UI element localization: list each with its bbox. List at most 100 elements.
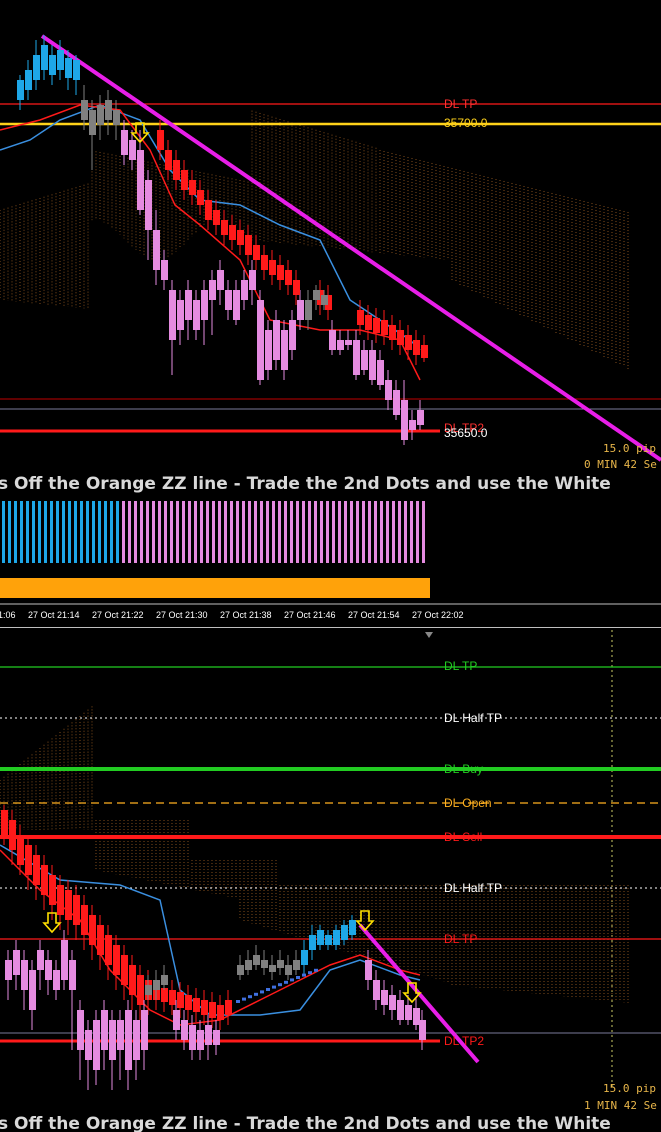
candle [245,235,252,255]
histogram-bar [284,501,287,563]
histogram-bar [356,501,359,563]
histogram-bar [326,501,329,563]
candle [317,930,324,945]
candle [77,1010,84,1050]
candle [113,945,120,975]
bottom-chart-canvas[interactable] [0,630,661,1132]
candle [265,330,272,370]
histogram-bar [128,501,131,563]
candle [233,290,240,320]
candle [421,345,428,358]
candle [413,1008,420,1025]
top-chart-pane[interactable]: DL TP 35700.0 DL TP2 35650.0 15.0 pip 0 … [0,0,661,495]
candle [305,300,312,320]
bottom-dl-sell-label: DL Sell [444,830,483,844]
candle [321,295,328,305]
candle [153,980,160,990]
time-tick: 1:06 [0,610,16,620]
candle [173,1010,180,1030]
candle [209,280,216,300]
candle [57,50,64,70]
histogram-bar [152,501,155,563]
histogram-bar [86,501,89,563]
blue-dot-marker [242,997,246,1001]
candle [293,960,300,970]
oscillator-pane[interactable] [0,497,661,567]
blue-dot-marker [248,995,252,999]
candle [289,320,296,350]
candle [293,280,300,295]
candle [357,310,364,325]
candle [405,335,412,350]
candle [109,1020,116,1060]
histogram-bar [164,501,167,563]
time-tick: 27 Oct 21:22 [92,610,144,620]
histogram-bar [14,501,17,563]
histogram-bar [122,501,125,563]
top-price-low-label: 35650.0 [444,426,488,440]
candle [45,960,52,980]
candle [145,985,152,995]
blue-dot-marker [272,985,276,989]
candle [281,330,288,370]
blue-dot-marker [284,980,288,984]
bottom-chart-pane[interactable]: DL TP DL Half TP DL Buy DL Open DL Sell … [0,630,661,1132]
candle [253,245,260,260]
histogram-bar [380,501,383,563]
histogram-bar [332,501,335,563]
candle [17,835,24,865]
red-moving-average [0,104,421,381]
time-axis: 1:06 27 Oct 21:14 27 Oct 21:22 27 Oct 21… [0,606,661,626]
blue-dot-marker [308,971,312,975]
trend-bar-pane[interactable] [0,569,661,605]
candle [373,318,380,333]
candle [181,170,188,190]
candle [21,960,28,990]
candle [253,955,260,965]
candle [81,905,88,935]
candle [81,100,88,120]
candle [177,992,184,1008]
candle [221,220,228,235]
candle [333,930,340,945]
candle [65,890,72,920]
candle [33,855,40,885]
candle [389,325,396,340]
histogram-bar [50,501,53,563]
histogram-bar [218,501,221,563]
candle [121,955,128,985]
blue-dot-marker [266,988,270,991]
histogram-bar [302,501,305,563]
candle [137,975,144,1005]
histogram-bar [62,501,65,563]
candle [17,80,24,100]
candle [373,980,380,1000]
candle [393,390,400,415]
candle [213,1030,220,1045]
candle [93,1020,100,1070]
candle [241,280,248,300]
top-chart-canvas[interactable] [0,0,661,495]
histogram-bar [182,501,185,563]
candle [97,105,104,125]
candle [33,55,40,80]
candle [353,340,360,375]
candle [101,1010,108,1050]
candle [277,265,284,280]
blue-dot-marker [260,990,264,994]
histogram-bar [140,501,143,563]
bottom-dl-half-tp-2-label: DL Half TP [444,881,503,895]
candle [105,100,112,120]
histogram-bar [200,501,203,563]
candle [29,970,36,1010]
histogram-bar [278,501,281,563]
histogram-bar [158,501,161,563]
candle [337,340,344,350]
time-tick: 27 Oct 21:46 [284,610,336,620]
candle [169,990,176,1005]
candle [57,885,64,915]
candle [133,1020,140,1060]
blue-dot-marker [290,978,294,982]
blue-dot-marker [278,983,282,987]
candle [345,340,352,345]
